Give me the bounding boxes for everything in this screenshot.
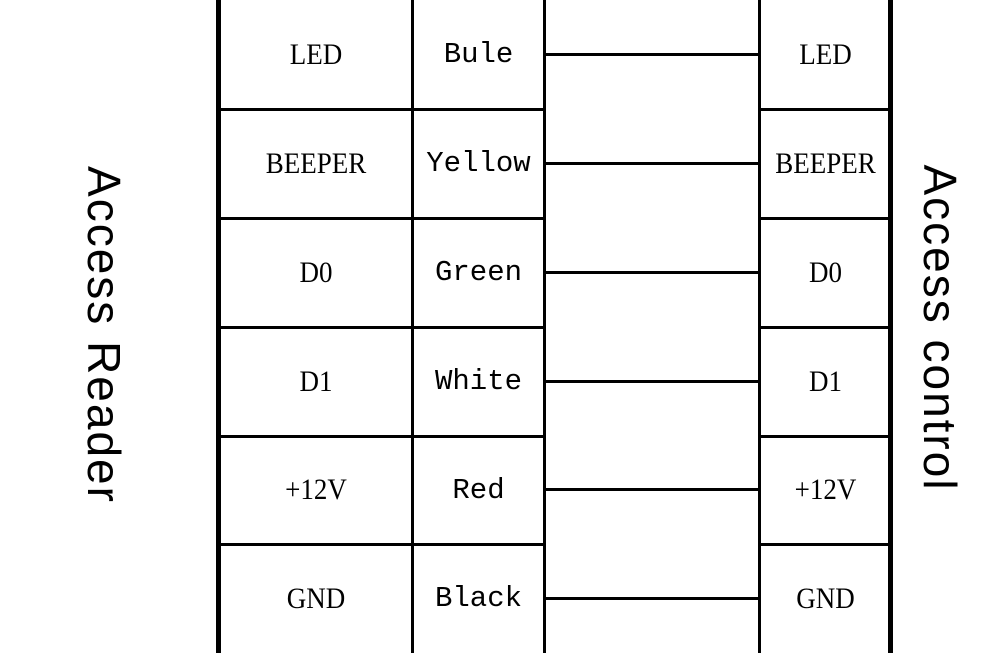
wire-color-cell: Black (434, 582, 522, 615)
access-reader-label: Access Reader (78, 166, 130, 504)
reader-signal-cell: BEEPER (265, 146, 367, 180)
wire-line (543, 270, 761, 274)
access-control-label: Access control (914, 164, 966, 492)
controller-terminal-cell: LED (799, 37, 852, 71)
wire-color-cell: Bule (443, 38, 514, 71)
wire-line (543, 596, 761, 600)
wire-color-cell: White (434, 365, 522, 398)
reader-signal-cell: LED (289, 37, 343, 71)
wire-line (543, 488, 761, 491)
wire-color-cell: Yellow (426, 147, 531, 180)
reader-signal-cell: +12V (285, 473, 347, 506)
wiring-diagram: Access Reader Access control LED Bule LED B… (0, 0, 1000, 653)
controller-terminal-cell: +12V (794, 473, 857, 506)
controller-terminal-cell: BEEPER (775, 146, 876, 180)
wire-color-cell: Green (434, 256, 522, 289)
reader-signal-cell: GND (286, 581, 346, 615)
wire-line (543, 379, 761, 383)
reader-signal-cell: D0 (299, 255, 333, 289)
controller-terminal-cell: GND (796, 581, 855, 615)
reader-signal-cell: D1 (299, 364, 333, 398)
controller-terminal-cell: D0 (808, 255, 842, 289)
controller-terminal-cell: D1 (808, 364, 842, 398)
wire-line (543, 161, 761, 165)
wire-line (543, 52, 761, 56)
wire-color-cell: Red (452, 473, 505, 507)
